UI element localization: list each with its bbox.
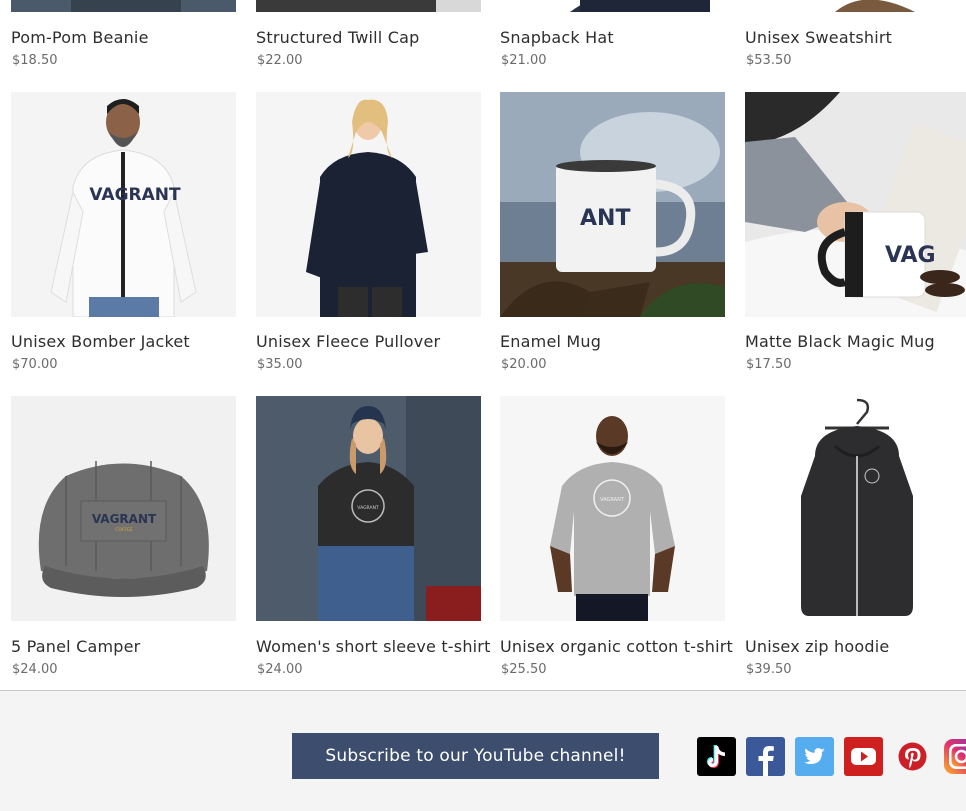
product-info: Structured Twill Cap $22.00 bbox=[256, 28, 496, 78]
product-card[interactable]: VAGRANT bbox=[11, 92, 236, 317]
product-name[interactable]: Enamel Mug bbox=[500, 332, 601, 351]
brand-print: VAG bbox=[885, 243, 936, 268]
subscribe-youtube-button[interactable]: Subscribe to our YouTube channel! bbox=[292, 733, 659, 779]
product-name[interactable]: Women's short sleeve t-shirt bbox=[256, 637, 491, 656]
product-card[interactable]: ANT bbox=[500, 92, 725, 317]
product-card[interactable] bbox=[256, 92, 481, 317]
product-name[interactable]: Unisex zip hoodie bbox=[745, 637, 889, 656]
product-price: $53.50 bbox=[746, 53, 792, 68]
youtube-icon[interactable] bbox=[844, 737, 883, 776]
footer: Subscribe to our YouTube channel! bbox=[0, 691, 966, 811]
product-card[interactable]: VAGRANT COFFEE bbox=[11, 396, 236, 621]
instagram-icon[interactable] bbox=[942, 737, 966, 776]
brand-print: VAGRANT bbox=[92, 512, 157, 526]
product-card[interactable] bbox=[500, 0, 725, 12]
product-name[interactable]: 5 Panel Camper bbox=[11, 637, 140, 656]
brand-print-sub: COFFEE bbox=[115, 527, 133, 533]
product-info: 5 Panel Camper $24.00 bbox=[11, 637, 251, 687]
product-card[interactable] bbox=[745, 396, 966, 621]
product-info: Unisex Sweatshirt $53.50 bbox=[745, 28, 966, 78]
product-name[interactable]: Unisex Bomber Jacket bbox=[11, 332, 190, 351]
facebook-icon[interactable] bbox=[746, 737, 785, 776]
product-card[interactable]: VAGRANT bbox=[500, 396, 725, 621]
product-name[interactable]: Unisex organic cotton t-shirt bbox=[500, 637, 733, 656]
product-image[interactable] bbox=[500, 0, 725, 12]
product-image[interactable] bbox=[256, 0, 481, 12]
tiktok-icon[interactable] bbox=[697, 737, 736, 776]
product-price: $39.50 bbox=[746, 662, 792, 677]
product-image[interactable] bbox=[745, 396, 966, 621]
product-image[interactable]: ANT bbox=[500, 92, 725, 317]
brand-print: VAGRANT bbox=[600, 497, 625, 503]
product-name[interactable]: Unisex Sweatshirt bbox=[745, 28, 892, 47]
product-name[interactable]: Pom-Pom Beanie bbox=[11, 28, 149, 47]
product-card[interactable] bbox=[256, 0, 481, 12]
product-price: $25.50 bbox=[501, 662, 547, 677]
brand-print: VAGRANT bbox=[89, 185, 181, 205]
product-info: Unisex Bomber Jacket $70.00 bbox=[11, 332, 251, 382]
product-price: $20.00 bbox=[501, 357, 547, 372]
product-info: Unisex organic cotton t-shirt $25.50 bbox=[500, 637, 740, 687]
product-image[interactable] bbox=[11, 0, 236, 12]
product-price: $22.00 bbox=[257, 53, 303, 68]
product-price: $17.50 bbox=[746, 357, 792, 372]
product-price: $24.00 bbox=[257, 662, 303, 677]
product-image[interactable]: VAG bbox=[745, 92, 966, 317]
pinterest-icon[interactable] bbox=[893, 737, 932, 776]
product-info: Unisex Fleece Pullover $35.00 bbox=[256, 332, 496, 382]
product-price: $70.00 bbox=[12, 357, 58, 372]
product-card[interactable]: VAG bbox=[745, 92, 966, 317]
product-card[interactable] bbox=[745, 0, 966, 12]
product-gallery: Pom-Pom Beanie $18.50 Structured Twill C… bbox=[0, 0, 966, 690]
product-name[interactable]: Structured Twill Cap bbox=[256, 28, 419, 47]
product-price: $18.50 bbox=[12, 53, 58, 68]
product-price: $35.00 bbox=[257, 357, 303, 372]
product-image[interactable]: VAGRANT bbox=[11, 92, 236, 317]
product-info: Women's short sleeve t-shirt $24.00 bbox=[256, 637, 496, 687]
product-info: Enamel Mug $20.00 bbox=[500, 332, 740, 382]
product-name[interactable]: Matte Black Magic Mug bbox=[745, 332, 935, 351]
product-price: $24.00 bbox=[12, 662, 58, 677]
product-image[interactable]: VAGRANT bbox=[256, 396, 481, 621]
product-info: Snapback Hat $21.00 bbox=[500, 28, 740, 78]
product-info: Unisex zip hoodie $39.50 bbox=[745, 637, 966, 687]
product-card[interactable] bbox=[11, 0, 236, 12]
product-name[interactable]: Unisex Fleece Pullover bbox=[256, 332, 440, 351]
brand-print: VAGRANT bbox=[357, 505, 379, 511]
product-card[interactable]: VAGRANT bbox=[256, 396, 481, 621]
product-image[interactable]: VAGRANT COFFEE bbox=[11, 396, 236, 621]
product-image[interactable]: VAGRANT bbox=[500, 396, 725, 621]
twitter-icon[interactable] bbox=[795, 737, 834, 776]
product-info: Matte Black Magic Mug $17.50 bbox=[745, 332, 966, 382]
product-price: $21.00 bbox=[501, 53, 547, 68]
product-info: Pom-Pom Beanie $18.50 bbox=[11, 28, 251, 78]
product-image[interactable] bbox=[745, 0, 966, 12]
product-image[interactable] bbox=[256, 92, 481, 317]
product-name[interactable]: Snapback Hat bbox=[500, 28, 614, 47]
brand-print: ANT bbox=[580, 206, 630, 231]
